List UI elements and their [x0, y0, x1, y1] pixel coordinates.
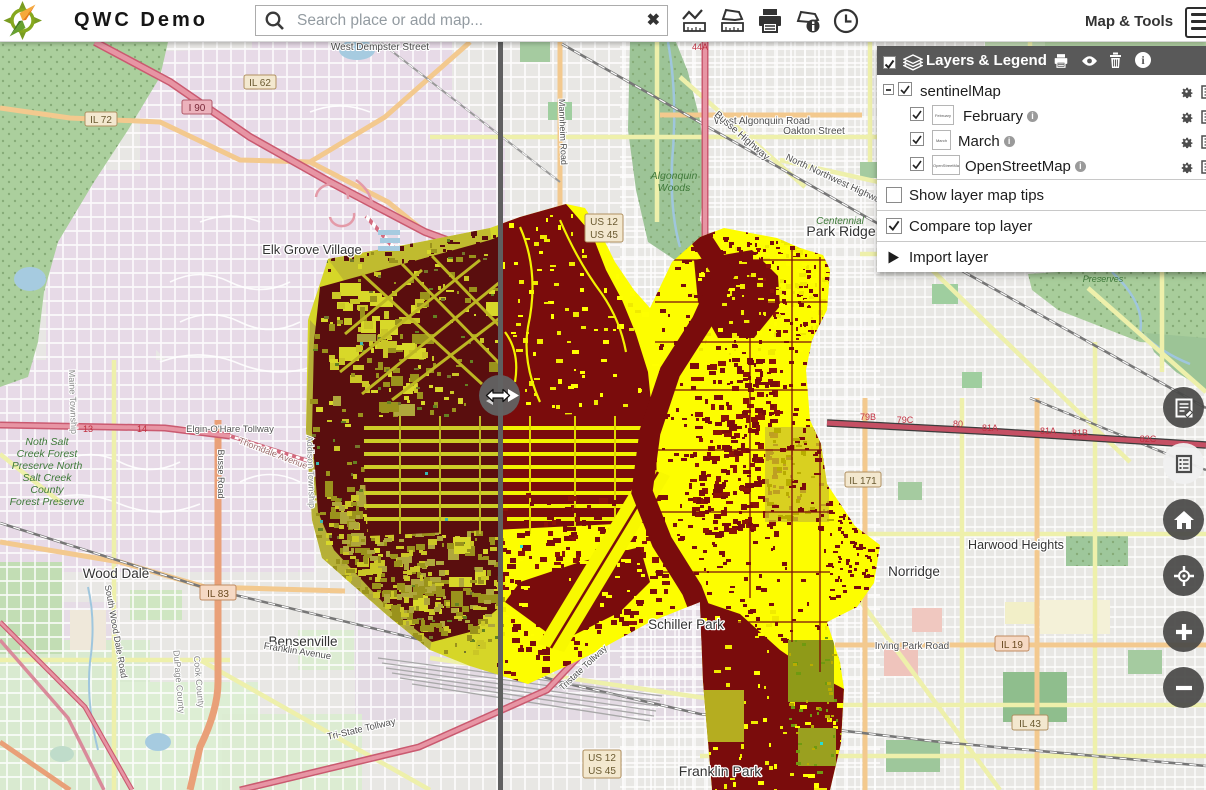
svg-text:Harwood Heights: Harwood Heights [968, 538, 1064, 552]
svg-text:81A: 81A [982, 423, 998, 433]
svg-text:Schiller Park: Schiller Park [648, 617, 724, 632]
svg-text:Centennial: Centennial [816, 216, 865, 227]
svg-text:Forest Preserve: Forest Preserve [10, 496, 85, 508]
svg-text:Busse Road: Busse Road [216, 449, 226, 498]
svg-text:IL 43: IL 43 [1019, 719, 1041, 730]
svg-text:US 45: US 45 [588, 766, 616, 777]
svg-text:IL 19: IL 19 [1001, 640, 1023, 651]
svg-text:IL 83: IL 83 [207, 589, 229, 600]
svg-text:Wood Dale: Wood Dale [83, 566, 150, 581]
svg-text:13: 13 [83, 424, 93, 434]
svg-text:Noth Salt: Noth Salt [25, 436, 69, 448]
svg-text:Franklin Park: Franklin Park [679, 763, 762, 779]
svg-text:Algonquin: Algonquin [650, 170, 698, 182]
svg-text:I 90: I 90 [189, 103, 206, 114]
svg-text:81A: 81A [1040, 426, 1056, 436]
svg-text:West Dempster Street: West Dempster Street [331, 42, 429, 53]
svg-text:Woods: Woods [658, 182, 691, 194]
svg-text:Oakton Street: Oakton Street [783, 126, 845, 137]
svg-text:Creek Forest: Creek Forest [17, 448, 79, 460]
svg-text:82C: 82C [1140, 434, 1157, 444]
svg-text:Norridge: Norridge [888, 564, 940, 579]
svg-text:IL 62: IL 62 [249, 78, 271, 89]
svg-text:81B: 81B [1072, 428, 1088, 438]
svg-text:Preserves: Preserves [1083, 274, 1124, 284]
svg-text:US 12: US 12 [588, 753, 616, 764]
svg-text:County: County [30, 484, 64, 496]
svg-text:US 12: US 12 [590, 217, 618, 228]
svg-text:14: 14 [137, 424, 147, 434]
svg-text:Elgin-O'Hare Tollway: Elgin-O'Hare Tollway [186, 424, 274, 435]
svg-text:US 45: US 45 [590, 230, 618, 241]
svg-text:Elk Grove Village: Elk Grove Village [262, 242, 361, 257]
svg-text:79C: 79C [897, 415, 914, 425]
svg-text:79B: 79B [860, 412, 876, 422]
svg-text:Preserve North: Preserve North [12, 460, 83, 472]
svg-text:80: 80 [953, 419, 963, 429]
svg-text:IL 171: IL 171 [849, 476, 877, 487]
svg-text:IL 72: IL 72 [90, 115, 112, 126]
svg-text:44A: 44A [692, 42, 708, 52]
svg-text:Irving Park Road: Irving Park Road [875, 641, 949, 652]
svg-text:Salt Creek: Salt Creek [22, 472, 72, 484]
